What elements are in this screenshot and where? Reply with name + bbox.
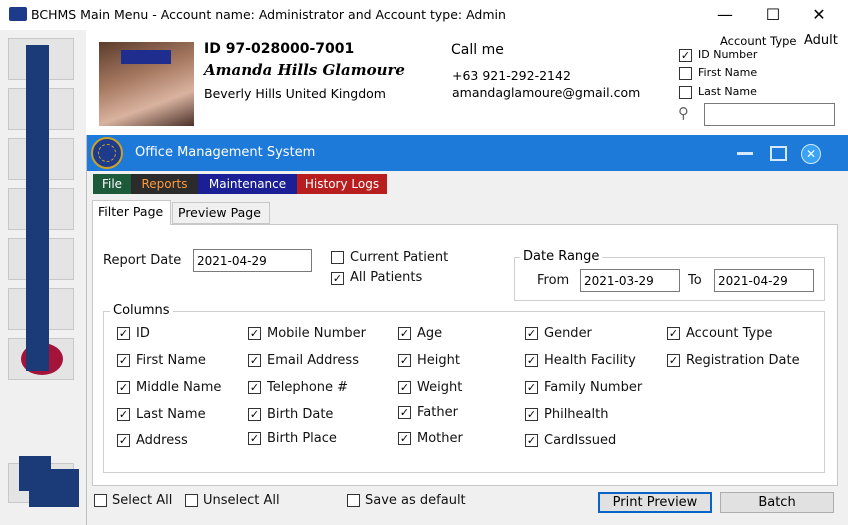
all-patients-label: All Patients	[350, 270, 423, 285]
menu-maintenance[interactable]: Maintenance	[198, 174, 297, 194]
unselect-all-checkbox[interactable]	[185, 494, 198, 507]
search-option-label: First Name	[698, 66, 758, 79]
column-checkbox[interactable]	[248, 432, 261, 445]
redaction-block	[19, 456, 79, 507]
column-checkbox[interactable]	[117, 354, 130, 367]
column-checkbox[interactable]	[667, 327, 680, 340]
seal-logo-ring	[98, 144, 116, 162]
call-me-label: Call me	[451, 42, 504, 58]
tab-preview-page[interactable]: Preview Page	[172, 202, 270, 224]
search-input[interactable]	[704, 103, 835, 126]
column-label: Address	[136, 433, 188, 448]
app-icon	[9, 7, 27, 21]
redaction-bar	[26, 45, 49, 371]
column-checkbox[interactable]	[398, 406, 411, 419]
column-label: Health Facility	[544, 353, 636, 368]
column-checkbox[interactable]	[248, 354, 261, 367]
photo-redaction	[121, 50, 171, 64]
column-checkbox[interactable]	[398, 354, 411, 367]
inner-minimize-icon[interactable]	[737, 152, 753, 155]
to-label: To	[688, 273, 702, 288]
column-label: Mother	[417, 431, 463, 446]
column-label: Registration Date	[686, 353, 800, 368]
account-type-label: Account Type	[720, 34, 797, 48]
column-label: ID	[136, 326, 150, 341]
tab-filter-page[interactable]: Filter Page	[92, 200, 171, 225]
report-date-field[interactable]	[193, 249, 312, 272]
save-default-label: Save as default	[365, 493, 466, 508]
patient-address: Beverly Hills United Kingdom	[204, 86, 386, 101]
print-preview-button[interactable]: Print Preview	[598, 492, 712, 513]
menu-history-logs[interactable]: History Logs	[297, 174, 387, 194]
column-label: Father	[417, 405, 458, 420]
column-label: Age	[417, 326, 443, 341]
search-icon: ⚲	[678, 104, 689, 122]
column-checkbox[interactable]	[248, 408, 261, 421]
column-label: Account Type	[686, 326, 773, 341]
inner-window-title: Office Management System	[135, 145, 316, 160]
patient-name: Amanda Hills Glamoure	[204, 61, 405, 79]
column-label: Middle Name	[136, 380, 222, 395]
column-label: Family Number	[544, 380, 643, 395]
column-label: Last Name	[136, 407, 206, 422]
column-label: Mobile Number	[267, 326, 366, 341]
batch-button[interactable]: Batch	[720, 492, 834, 513]
column-label: Email Address	[267, 353, 359, 368]
from-label: From	[537, 273, 570, 288]
menu-reports[interactable]: Reports	[131, 174, 198, 194]
close-button[interactable]: ✕	[799, 4, 839, 26]
column-checkbox[interactable]	[525, 381, 538, 394]
account-type-value: Adult	[804, 33, 838, 48]
patient-phone: +63 921-292-2142	[452, 68, 571, 83]
column-checkbox[interactable]	[398, 327, 411, 340]
column-label: Weight	[417, 380, 463, 395]
column-label: Telephone #	[267, 380, 349, 395]
current-patient-label: Current Patient	[350, 250, 449, 265]
minimize-button[interactable]: —	[705, 4, 745, 26]
column-label: Philhealth	[544, 407, 609, 422]
column-checkbox[interactable]	[117, 381, 130, 394]
menu-file[interactable]: File	[93, 174, 131, 194]
report-date-label: Report Date	[103, 253, 182, 268]
column-label: Gender	[544, 326, 592, 341]
column-checkbox[interactable]	[525, 408, 538, 421]
column-label: CardIssued	[544, 433, 617, 448]
column-checkbox[interactable]	[398, 381, 411, 394]
column-checkbox[interactable]	[117, 434, 130, 447]
column-checkbox[interactable]	[117, 408, 130, 421]
save-default-checkbox[interactable]	[347, 494, 360, 507]
column-checkbox[interactable]	[525, 327, 538, 340]
columns-label: Columns	[110, 303, 173, 318]
search-option-label: ID Number	[698, 48, 758, 61]
column-checkbox[interactable]	[398, 432, 411, 445]
search-option-checkbox[interactable]	[679, 67, 692, 80]
search-option-label: Last Name	[698, 85, 757, 98]
to-date-field[interactable]	[714, 269, 814, 292]
column-label: Birth Date	[267, 407, 334, 422]
column-label: Birth Place	[267, 431, 337, 446]
window-title: BCHMS Main Menu - Account name: Administ…	[31, 7, 506, 22]
column-checkbox[interactable]	[525, 434, 538, 447]
column-label: Height	[417, 353, 460, 368]
column-checkbox[interactable]	[117, 327, 130, 340]
column-checkbox[interactable]	[525, 354, 538, 367]
patient-email: amandaglamoure@gmail.com	[452, 85, 641, 100]
search-option-checkbox[interactable]: ✓	[679, 49, 692, 62]
column-checkbox[interactable]	[248, 327, 261, 340]
column-checkbox[interactable]	[667, 354, 680, 367]
inner-maximize-icon[interactable]	[770, 146, 787, 161]
inner-close-icon[interactable]: ✕	[801, 144, 821, 164]
from-date-field[interactable]	[580, 269, 680, 292]
search-option-checkbox[interactable]	[679, 86, 692, 99]
current-patient-checkbox[interactable]	[331, 251, 344, 264]
select-all-checkbox[interactable]	[94, 494, 107, 507]
all-patients-checkbox[interactable]	[331, 272, 344, 285]
column-checkbox[interactable]	[248, 381, 261, 394]
date-range-label: Date Range	[520, 249, 603, 264]
unselect-all-label: Unselect All	[203, 493, 280, 508]
patient-id: ID 97-028000-7001	[204, 41, 355, 57]
column-label: First Name	[136, 353, 206, 368]
select-all-label: Select All	[112, 493, 173, 508]
maximize-button[interactable]: ☐	[753, 4, 793, 26]
